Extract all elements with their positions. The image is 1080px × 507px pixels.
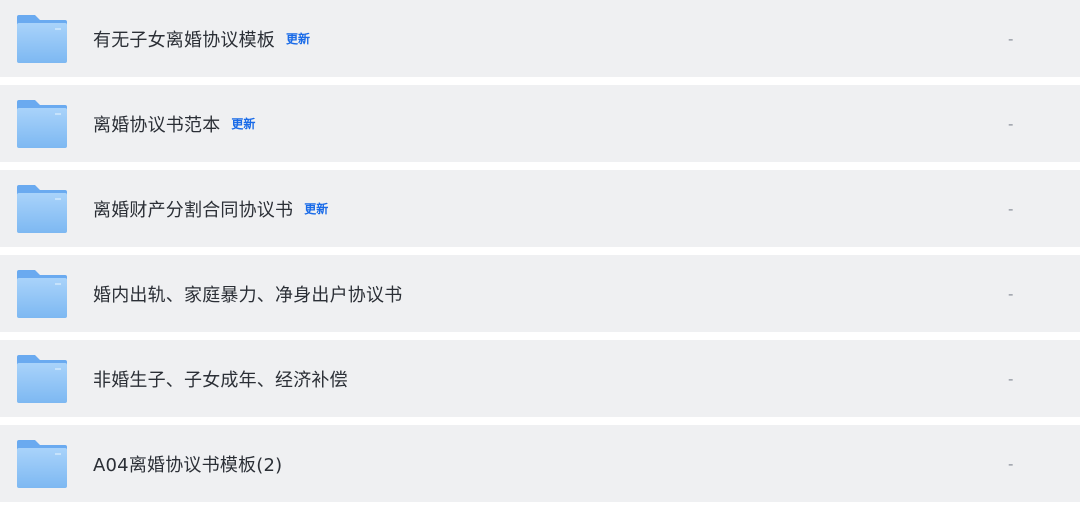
folder-icon [15,439,69,489]
update-badge: 更新 [231,117,256,131]
folder-icon [15,14,69,64]
file-row-6[interactable]: A04离婚协议书模板(2) - [0,425,1080,502]
update-badge: 更新 [286,32,311,46]
folder-icon [15,269,69,319]
folder-icon [15,184,69,234]
file-row-1[interactable]: 有无子女离婚协议模板 更新 - [0,0,1080,77]
file-row-5[interactable]: 非婚生子、子女成年、经济补偿 - [0,340,1080,417]
file-meta: - [1008,454,1014,473]
folder-icon [15,354,69,404]
file-meta: - [1008,199,1014,218]
update-badge: 更新 [304,202,329,216]
folder-icon [15,99,69,149]
file-meta: - [1008,114,1014,133]
file-meta: - [1008,369,1014,388]
file-row-3[interactable]: 离婚财产分割合同协议书 更新 - [0,170,1080,247]
file-name[interactable]: 离婚财产分割合同协议书 [93,196,293,222]
file-name[interactable]: 有无子女离婚协议模板 [93,26,275,52]
file-row-2[interactable]: 离婚协议书范本 更新 - [0,85,1080,162]
file-name[interactable]: 非婚生子、子女成年、经济补偿 [93,366,348,392]
file-meta: - [1008,29,1014,48]
file-list: 有无子女离婚协议模板 更新 - 离婚协议书范本 更新 - 离婚财产分割合同协议书… [0,0,1080,507]
file-meta: - [1008,284,1014,303]
file-row-4[interactable]: 婚内出轨、家庭暴力、净身出户协议书 - [0,255,1080,332]
file-name[interactable]: A04离婚协议书模板(2) [93,451,282,477]
file-name[interactable]: 婚内出轨、家庭暴力、净身出户协议书 [93,281,402,307]
file-name[interactable]: 离婚协议书范本 [93,111,220,137]
